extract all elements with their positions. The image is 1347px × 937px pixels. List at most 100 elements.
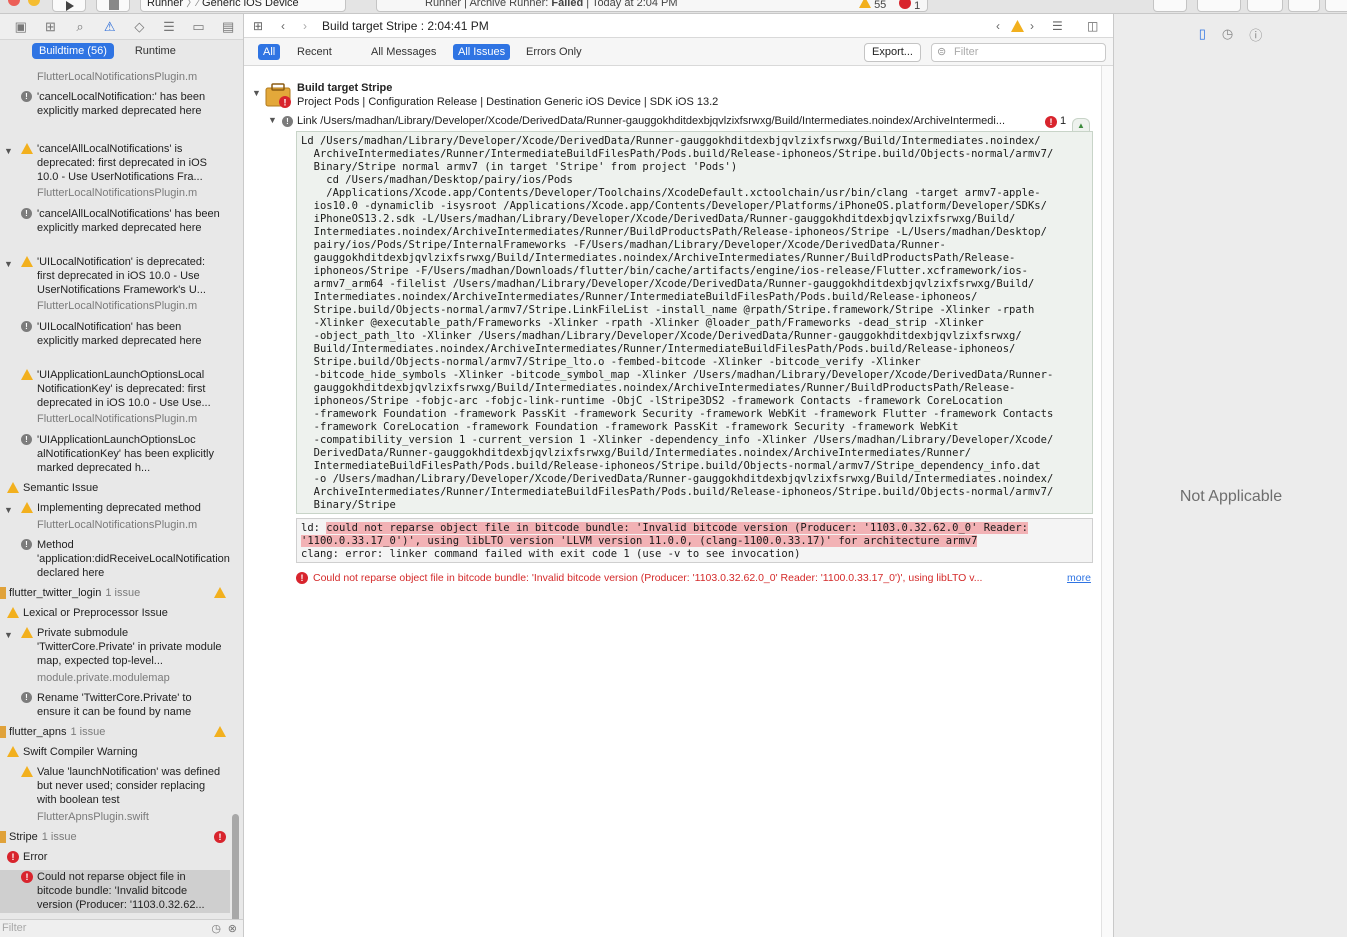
issue-file-name: FlutterLocalNotificationsPlugin.m [37, 71, 198, 83]
issue-group-label: Stripe 1 issue [0, 830, 230, 844]
filter-all[interactable]: All [258, 44, 281, 60]
disclosure-triangle[interactable]: ▼ [4, 257, 13, 271]
export-button[interactable]: Export... [864, 43, 921, 62]
back-button[interactable]: ‹ [272, 19, 294, 33]
editor-scrollbar[interactable] [1101, 66, 1113, 937]
filter-errors-only[interactable]: Errors Only [521, 44, 587, 60]
warning-count-badge[interactable]: 55 [859, 0, 886, 13]
issue-row[interactable]: ! Error [0, 850, 230, 864]
issue-row[interactable]: ! Could not reparse object file in bitcod… [0, 870, 230, 913]
previous-issue-button[interactable]: ‹ [996, 19, 1000, 33]
issue-group-row[interactable]: flutter_apns 1 issue [0, 725, 230, 739]
report-navigator-icon[interactable]: ▤ [213, 19, 243, 35]
breakpoint-navigator-icon[interactable]: ▭ [184, 19, 214, 35]
quick-help-icon[interactable]: ⓘ [1249, 25, 1262, 44]
issue-group-row[interactable]: Stripe 1 issue! [0, 830, 230, 844]
minimize-window-button[interactable] [28, 0, 40, 6]
history-inspector-icon[interactable]: ◷ [1222, 26, 1233, 42]
issue-row[interactable]: Value 'launchNotification' was defined b… [0, 765, 230, 807]
issue-file-row[interactable]: FlutterLocalNotificationsPlugin.m [0, 186, 230, 200]
project-navigator-icon[interactable]: ▣ [6, 19, 36, 35]
issue-row[interactable]: ▼ Private submodule 'TwitterCore.Private'… [0, 626, 230, 668]
issue-row[interactable]: ! 'cancelAllLocalNotifications' has been … [0, 207, 230, 249]
issue-file-row[interactable]: FlutterLocalNotificationsPlugin.m [0, 299, 230, 313]
disclosure-triangle[interactable]: ▼ [4, 628, 13, 642]
scheme-selector[interactable]: Runner 〉⁄ Generic iOS Device [140, 0, 346, 12]
issue-file-row[interactable]: FlutterLocalNotificationsPlugin.m [0, 70, 230, 84]
forward-button[interactable]: › [294, 19, 316, 33]
log-filter-bar: All Recent All Messages All Issues Error… [244, 38, 1113, 66]
warning-icon [214, 726, 226, 737]
related-items-icon[interactable]: ⊞ [244, 19, 272, 33]
issue-file-row[interactable]: FlutterLocalNotificationsPlugin.m [0, 518, 230, 532]
framework-icon [0, 726, 6, 738]
disclosure-triangle[interactable]: ▼ [4, 144, 13, 158]
issue-text: 'UIApplicationLaunchOptionsLocal Notific… [37, 369, 211, 409]
issue-file-name: FlutterLocalNotificationsPlugin.m [37, 519, 198, 531]
issue-row[interactable]: ! Method 'application:didReceiveLocalNoti… [0, 538, 230, 580]
find-navigator-icon[interactable]: ⌕ [65, 19, 95, 35]
issue-row[interactable]: ! Rename 'TwitterCore.Private' to ensure … [0, 691, 230, 719]
editor-options-icon[interactable]: ☰ [1052, 19, 1063, 33]
filter-all-issues[interactable]: All Issues [453, 44, 511, 60]
issue-navigator-icon[interactable]: ⚠ [95, 19, 125, 35]
filter-all-messages[interactable]: All Messages [366, 44, 441, 60]
stop-button[interactable] [96, 0, 130, 12]
link-step-line[interactable]: Link /Users/madhan/Library/Developer/Xco… [297, 115, 1039, 127]
issue-row[interactable]: ▼ Implementing deprecated method [0, 501, 230, 515]
log-filter-input[interactable]: ⊜ Filter [931, 43, 1106, 62]
recent-filter-icon[interactable]: ◷ [211, 921, 221, 937]
code-review-button[interactable] [1197, 0, 1241, 12]
issue-row[interactable]: ! 'UIApplicationLaunchOptionsLoc alNotifi… [0, 433, 230, 475]
collapse-log-button[interactable]: ▲ [1072, 118, 1090, 132]
warning-count: 55 [874, 0, 887, 11]
issue-row[interactable]: Lexical or Preprocessor Issue [0, 606, 230, 620]
issue-row[interactable]: ▼ 'cancelAllLocalNotifications' is deprec… [0, 142, 230, 184]
issue-file-row[interactable]: FlutterApnsPlugin.swift [0, 810, 230, 824]
issue-row[interactable]: ! 'cancelLocalNotification:' has been exp… [0, 90, 230, 132]
issue-text: 'UIApplicationLaunchOptionsLoc alNotific… [37, 434, 214, 474]
source-control-navigator-icon[interactable]: ⊞ [36, 19, 66, 35]
disclosure-triangle[interactable]: ▼ [252, 88, 261, 98]
more-link[interactable]: more [1067, 572, 1091, 584]
toggle-inspector-button[interactable] [1325, 0, 1347, 12]
tab-buildtime[interactable]: Buildtime (56) [32, 43, 114, 59]
debug-navigator-icon[interactable]: ☰ [154, 19, 184, 35]
navigator-filter-input[interactable]: Filter [2, 922, 26, 934]
jump-bar: ⊞ ‹ › Build target Stripe : 2:04:41 PM ‹… [244, 14, 1113, 38]
next-issue-button[interactable]: › [1030, 19, 1034, 33]
tab-runtime[interactable]: Runtime [128, 43, 183, 59]
navigator-scrollbar[interactable] [232, 814, 239, 924]
add-editor-icon[interactable]: ◫ [1087, 19, 1098, 33]
issue-text: 'cancelAllLocalNotifications' has been e… [37, 208, 220, 234]
toggle-navigator-button[interactable] [1247, 0, 1283, 12]
disclosure-triangle[interactable]: ▼ [268, 115, 277, 125]
error-count-badge[interactable]: 1 [899, 0, 920, 13]
issue-row[interactable]: Swift Compiler Warning [0, 745, 230, 759]
issue-group-row[interactable]: flutter_twitter_login 1 issue [0, 586, 230, 600]
issue-file-row[interactable]: module.private.modulemap [0, 671, 230, 685]
issues-filter-icon[interactable]: ⊗ [228, 921, 237, 937]
close-window-button[interactable] [8, 0, 20, 6]
library-button[interactable] [1153, 0, 1187, 12]
toggle-debug-button[interactable] [1288, 0, 1320, 12]
issue-text: Value 'launchNotification' was defined b… [37, 766, 221, 806]
status-prefix: Runner | Archive Runner: [425, 0, 552, 9]
issue-row[interactable]: ▼ 'UILocalNotification' is deprecated: fi… [0, 255, 230, 297]
disclosure-triangle[interactable]: ▼ [4, 503, 13, 517]
issue-summary[interactable]: Could not reparse object file in bitcode… [313, 572, 1061, 584]
filter-recent[interactable]: Recent [292, 44, 337, 60]
test-navigator-icon[interactable]: ◇ [125, 19, 155, 35]
issue-row[interactable]: 'UIApplicationLaunchOptionsLocal Notific… [0, 368, 230, 410]
build-log-editor: ⊞ ‹ › Build target Stripe : 2:04:41 PM ‹… [244, 14, 1113, 937]
issue-row[interactable]: Semantic Issue [0, 481, 230, 495]
warning-icon [214, 587, 226, 598]
warning-icon [1011, 20, 1024, 32]
run-button[interactable] [52, 0, 86, 12]
navigator-filter-bar[interactable]: Filter ◷ ⊗ [0, 919, 243, 937]
breadcrumb[interactable]: Build target Stripe : 2:04:41 PM [316, 19, 489, 33]
issue-file-name: FlutterApnsPlugin.swift [37, 811, 149, 823]
issue-file-row[interactable]: FlutterLocalNotificationsPlugin.m [0, 412, 230, 426]
file-inspector-icon[interactable]: ▯ [1199, 26, 1206, 42]
issue-row[interactable]: ! 'UILocalNotification' has been explicit… [0, 320, 230, 362]
